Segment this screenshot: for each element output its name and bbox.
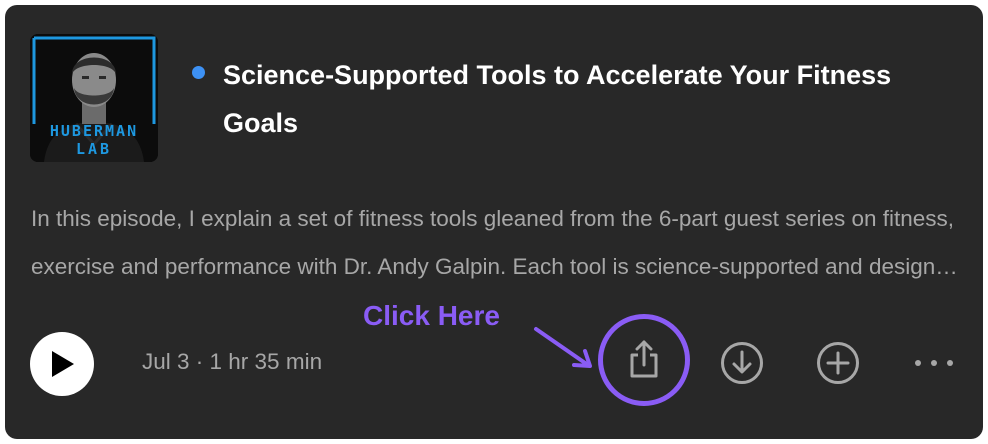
play-icon [52,351,74,377]
cover-title-line-1: HUBERMAN [49,122,139,140]
more-options-button[interactable] [909,349,959,377]
episode-description: In this episode, I explain a set of fitn… [31,206,961,279]
annotation-arrow-icon [534,327,592,368]
episode-card[interactable]: HUBERMAN LAB Science-Supported Tools to … [5,5,983,439]
add-to-library-button[interactable] [814,339,862,387]
download-circle-icon [721,342,763,384]
click-here-annotation-label: Click Here [363,300,500,331]
episode-title[interactable]: Science-Supported Tools to Accelerate Yo… [223,51,923,147]
play-button[interactable] [30,332,94,396]
more-horizontal-icon [915,360,953,366]
share-button-highlight-ring [598,314,690,406]
episode-date-duration: Jul 3 · 1 hr 35 min [142,349,323,374]
cover-title-line-2: LAB [75,140,113,158]
add-circle-icon [817,342,859,384]
new-episode-dot [192,66,205,79]
download-button[interactable] [718,339,766,387]
podcast-cover-image[interactable]: HUBERMAN LAB [30,34,158,162]
